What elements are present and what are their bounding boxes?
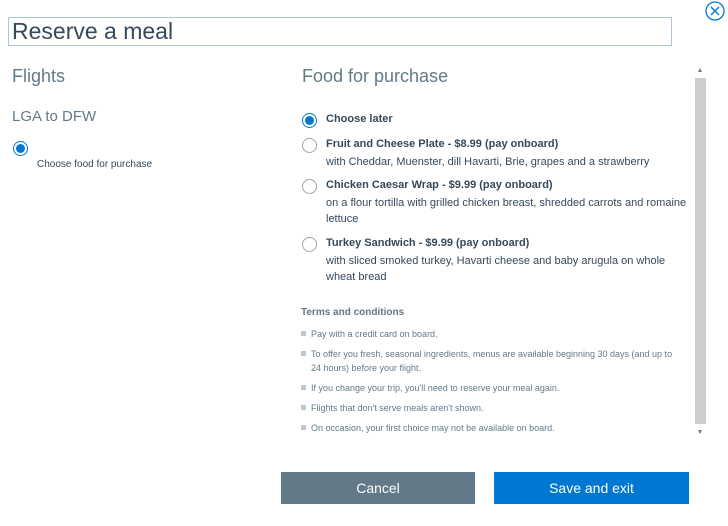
terms-item: To offer you fresh, seasonal ingredients…: [301, 347, 681, 375]
terms-item: Flights that don't serve meals aren't sh…: [301, 401, 681, 415]
terms-list: Pay with a credit card on board. To offe…: [301, 327, 681, 441]
meal-option-title: Chicken Caesar Wrap - $9.99 (pay onboard…: [326, 179, 553, 191]
flight-select-radio[interactable]: [13, 141, 28, 156]
flight-route: LGA to DFW: [12, 108, 97, 125]
flights-heading: Flights: [12, 66, 66, 86]
cancel-button[interactable]: Cancel: [281, 472, 475, 504]
scrollbar-thumb[interactable]: [695, 78, 706, 424]
meal-option-title: Fruit and Cheese Plate - $8.99 (pay onbo…: [326, 138, 559, 150]
dialog-title: Reserve a meal: [8, 17, 672, 46]
terms-item: If you change your trip, you'll need to …: [301, 381, 681, 395]
meal-option-title: Choose later: [326, 113, 393, 125]
scroll-up-arrow-icon[interactable]: ▲: [693, 64, 707, 78]
terms-item: On occasion, your first choice may not b…: [301, 421, 681, 435]
choose-food-label: Choose food for purchase: [37, 159, 153, 170]
save-and-exit-button[interactable]: Save and exit: [494, 472, 689, 504]
meal-option-desc: on a flour tortilla with grilled chicken…: [326, 197, 687, 225]
close-dialog-button[interactable]: [704, 0, 726, 22]
close-circle-icon: [705, 1, 725, 21]
meal-radio[interactable]: [302, 179, 317, 194]
terms-heading: Terms and conditions: [301, 307, 405, 318]
meal-option-desc: with sliced smoked turkey, Havarti chees…: [326, 255, 666, 283]
scroll-down-arrow-icon[interactable]: ▼: [693, 426, 707, 440]
meal-option-title: Turkey Sandwich - $9.99 (pay onboard): [326, 237, 530, 249]
meal-radio[interactable]: [302, 237, 317, 252]
food-heading: Food for purchase: [302, 66, 449, 86]
scrollbar[interactable]: ▲ ▼: [693, 64, 707, 440]
terms-item: Pay with a credit card on board.: [301, 327, 681, 341]
meal-option-desc: with Cheddar, Muenster, dill Havarti, Br…: [326, 156, 650, 168]
meal-radio[interactable]: [302, 113, 317, 128]
meal-radio[interactable]: [302, 138, 317, 153]
